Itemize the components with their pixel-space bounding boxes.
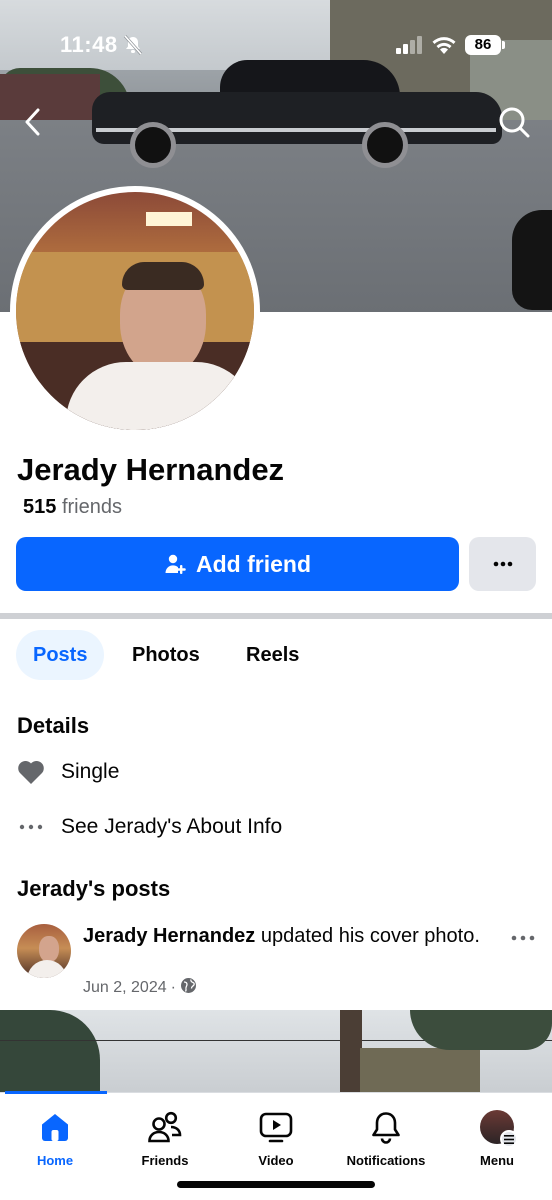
nav-notifications[interactable]: Notifications — [331, 1107, 441, 1168]
more-dots-icon — [493, 561, 512, 567]
posts-heading: Jerady's posts — [17, 876, 171, 901]
detail-relationship: Single — [17, 757, 119, 787]
nav-notifications-label: Notifications — [346, 1153, 426, 1168]
post-header-text: Jerady Hernandez updated his cover photo… — [83, 922, 483, 950]
friends-number: 515 — [23, 496, 57, 518]
nav-friends-label: Friends — [141, 1153, 189, 1168]
wifi-icon — [430, 34, 458, 56]
nav-menu[interactable]: Menu — [442, 1107, 552, 1168]
relationship-status: Single — [61, 760, 120, 783]
post-image[interactable] — [0, 1010, 552, 1094]
post-avatar-face — [39, 936, 59, 962]
nav-home[interactable]: Home — [0, 1107, 110, 1168]
home-icon — [35, 1107, 75, 1147]
bell-icon — [366, 1107, 406, 1147]
add-friend-label: Add friend — [196, 550, 311, 577]
avatar-shirt — [66, 362, 254, 430]
profile-more-button[interactable] — [469, 537, 536, 591]
cover-side-mirror — [512, 210, 552, 310]
tab-reels[interactable]: Reels — [229, 630, 316, 680]
post-author-name[interactable]: Jerady Hernandez — [83, 925, 255, 947]
nav-home-label: Home — [36, 1153, 74, 1168]
battery-tip — [502, 41, 505, 49]
nav-friends[interactable]: Friends — [110, 1107, 220, 1168]
profile-avatar[interactable] — [16, 192, 254, 430]
profile-name: Jerady Hernandez — [17, 452, 285, 487]
post-author-avatar[interactable] — [17, 924, 71, 978]
back-button[interactable] — [18, 104, 50, 140]
status-time: 11:48 — [60, 32, 118, 57]
post-date[interactable]: Jun 2, 2024 — [83, 979, 167, 997]
cover-car-wheel — [362, 122, 408, 168]
avatar-ceiling-light — [146, 212, 192, 226]
globe-icon — [180, 977, 197, 999]
avatar-hair — [122, 262, 204, 290]
profile-menu-icon — [477, 1107, 518, 1148]
menu-avatar — [480, 1110, 518, 1148]
chevron-left-icon — [25, 108, 40, 136]
section-divider — [0, 613, 552, 619]
video-icon — [256, 1107, 296, 1147]
search-icon — [499, 107, 530, 138]
tab-photos[interactable]: Photos — [115, 630, 217, 680]
about-info-link[interactable]: See Jerady's About Info — [17, 812, 282, 842]
add-friend-button[interactable]: Add friend — [16, 537, 459, 591]
more-dots-icon — [511, 935, 535, 941]
cellular-signal-icon — [396, 36, 424, 54]
hamburger-icon — [500, 1130, 518, 1148]
meta-separator: · — [170, 979, 176, 996]
about-info-label: See Jerady's About Info — [61, 815, 283, 838]
status-bar: 11:48 86 — [0, 0, 552, 90]
post-image-tree — [0, 1010, 100, 1094]
post-image-canopy — [410, 1010, 552, 1050]
battery-indicator: 86 — [465, 35, 501, 55]
search-button[interactable] — [496, 104, 532, 140]
add-person-icon — [165, 554, 186, 574]
nav-video-label: Video — [258, 1153, 294, 1168]
cover-car-wheel — [130, 122, 176, 168]
details-heading: Details — [17, 713, 90, 738]
post-more-button[interactable] — [506, 926, 540, 950]
tab-posts[interactable]: Posts — [16, 630, 105, 680]
active-tab-indicator — [5, 1091, 107, 1094]
heart-icon — [17, 758, 45, 786]
post-avatar-shirt — [27, 960, 67, 978]
nav-menu-label: Menu — [480, 1153, 514, 1168]
friends-icon — [145, 1107, 185, 1147]
friends-count[interactable]: 515 friends — [23, 496, 122, 519]
post-image-trunk — [340, 1010, 362, 1094]
more-dots-icon — [17, 813, 45, 841]
silent-bell-icon — [122, 34, 144, 56]
post-meta: Jun 2, 2024 · — [83, 977, 197, 999]
nav-video[interactable]: Video — [221, 1107, 331, 1168]
friends-label: friends — [61, 496, 122, 518]
home-indicator — [177, 1181, 375, 1188]
post-action-text: updated his cover photo. — [255, 925, 480, 947]
post-image-building — [360, 1048, 480, 1094]
